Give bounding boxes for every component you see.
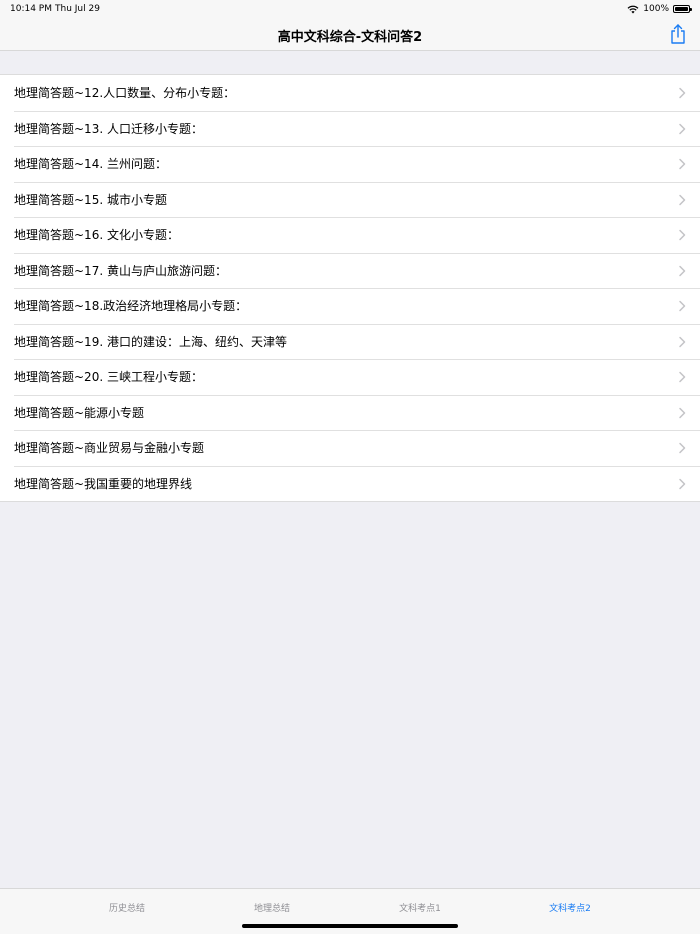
chevron-right-icon	[679, 478, 686, 489]
list-item-label: 地理简答题~我国重要的地理界线	[14, 476, 193, 491]
list-item[interactable]: 地理简答题~13. 人口迁移小专题：	[0, 110, 700, 146]
list-item-label: 地理简答题~能源小专题	[14, 405, 145, 420]
chevron-right-icon	[679, 442, 686, 454]
chevron-right-icon	[679, 87, 686, 99]
chevron-right-icon	[679, 194, 686, 205]
tab-geography-summary[interactable]: 地理总结	[212, 901, 332, 914]
list-item[interactable]: 地理简答题~18.政治经济地理格局小专题：	[0, 288, 700, 324]
list-item[interactable]: 地理简答题~15. 城市小专题	[0, 181, 700, 217]
chevron-right-icon	[679, 407, 686, 418]
list-item[interactable]: 地理简答题~12.人口数量、分布小专题：	[0, 75, 700, 111]
app-window: 10:14 PM Thu Jul 29 100% 高中文科综合-文科问答2 地理…	[0, 0, 700, 934]
chevron-right-icon	[679, 265, 686, 276]
status-time: 10:14 PM	[10, 4, 52, 14]
list-item-label: 地理简答题~商业贸易与金融小专题	[14, 441, 205, 456]
list-item[interactable]: 地理简答题~我国重要的地理界线	[0, 465, 700, 501]
list-item[interactable]: 地理简答题~14. 兰州问题：	[0, 146, 700, 182]
chevron-right-icon	[679, 123, 686, 134]
navigation-bar: 高中文科综合-文科问答2	[0, 18, 700, 51]
status-bar: 10:14 PM Thu Jul 29 100%	[0, 0, 700, 18]
list-item[interactable]: 地理简答题~16. 文化小专题：	[0, 217, 700, 253]
list-item-label: 地理简答题~16. 文化小专题：	[14, 228, 179, 243]
list-item[interactable]: 地理简答题~能源小专题	[0, 394, 700, 430]
tab-liberal-arts-points-2[interactable]: 文科考点2	[510, 901, 630, 914]
page-title: 高中文科综合-文科问答2	[277, 30, 423, 45]
list-item[interactable]: 地理简答题~20. 三峡工程小专题：	[0, 359, 700, 395]
status-date: Thu Jul 29	[55, 4, 100, 14]
list-item-label: 地理简答题~17. 黄山与庐山旅游问题：	[14, 263, 227, 278]
chevron-right-icon	[679, 300, 686, 312]
home-indicator	[242, 924, 458, 928]
chevron-right-icon	[679, 371, 686, 383]
status-indicators: 100%	[627, 3, 692, 15]
list-item[interactable]: 地理简答题~19. 港口的建设：上海、纽约、天津等	[0, 323, 700, 359]
list-item[interactable]: 地理简答题~17. 黄山与庐山旅游问题：	[0, 252, 700, 288]
list-item-label: 地理简答题~20. 三峡工程小专题：	[14, 370, 203, 385]
list-item-label: 地理简答题~15. 城市小专题	[14, 192, 167, 207]
list-item-label: 地理简答题~14. 兰州问题：	[14, 157, 167, 172]
share-icon[interactable]	[668, 23, 688, 45]
list-item-label: 地理简答题~19. 港口的建设：上海、纽约、天津等	[14, 334, 287, 349]
chevron-right-icon	[679, 229, 686, 241]
chevron-right-icon	[679, 158, 686, 170]
battery-icon	[673, 5, 692, 13]
list-item-label: 地理简答题~13. 人口迁移小专题：	[14, 121, 203, 136]
wifi-icon	[627, 5, 639, 13]
chevron-right-icon	[679, 336, 686, 347]
tab-history-summary[interactable]: 历史总结	[67, 901, 187, 914]
list-item-label: 地理简答题~12.人口数量、分布小专题：	[14, 86, 236, 101]
list-item-label: 地理简答题~18.政治经济地理格局小专题：	[14, 299, 248, 314]
list-item[interactable]: 地理简答题~商业贸易与金融小专题	[0, 430, 700, 466]
tab-liberal-arts-points-1[interactable]: 文科考点1	[360, 901, 480, 914]
topic-list: 地理简答题~12.人口数量、分布小专题： 地理简答题~13. 人口迁移小专题： 地理…	[0, 74, 700, 502]
battery-percent: 100%	[643, 4, 669, 14]
